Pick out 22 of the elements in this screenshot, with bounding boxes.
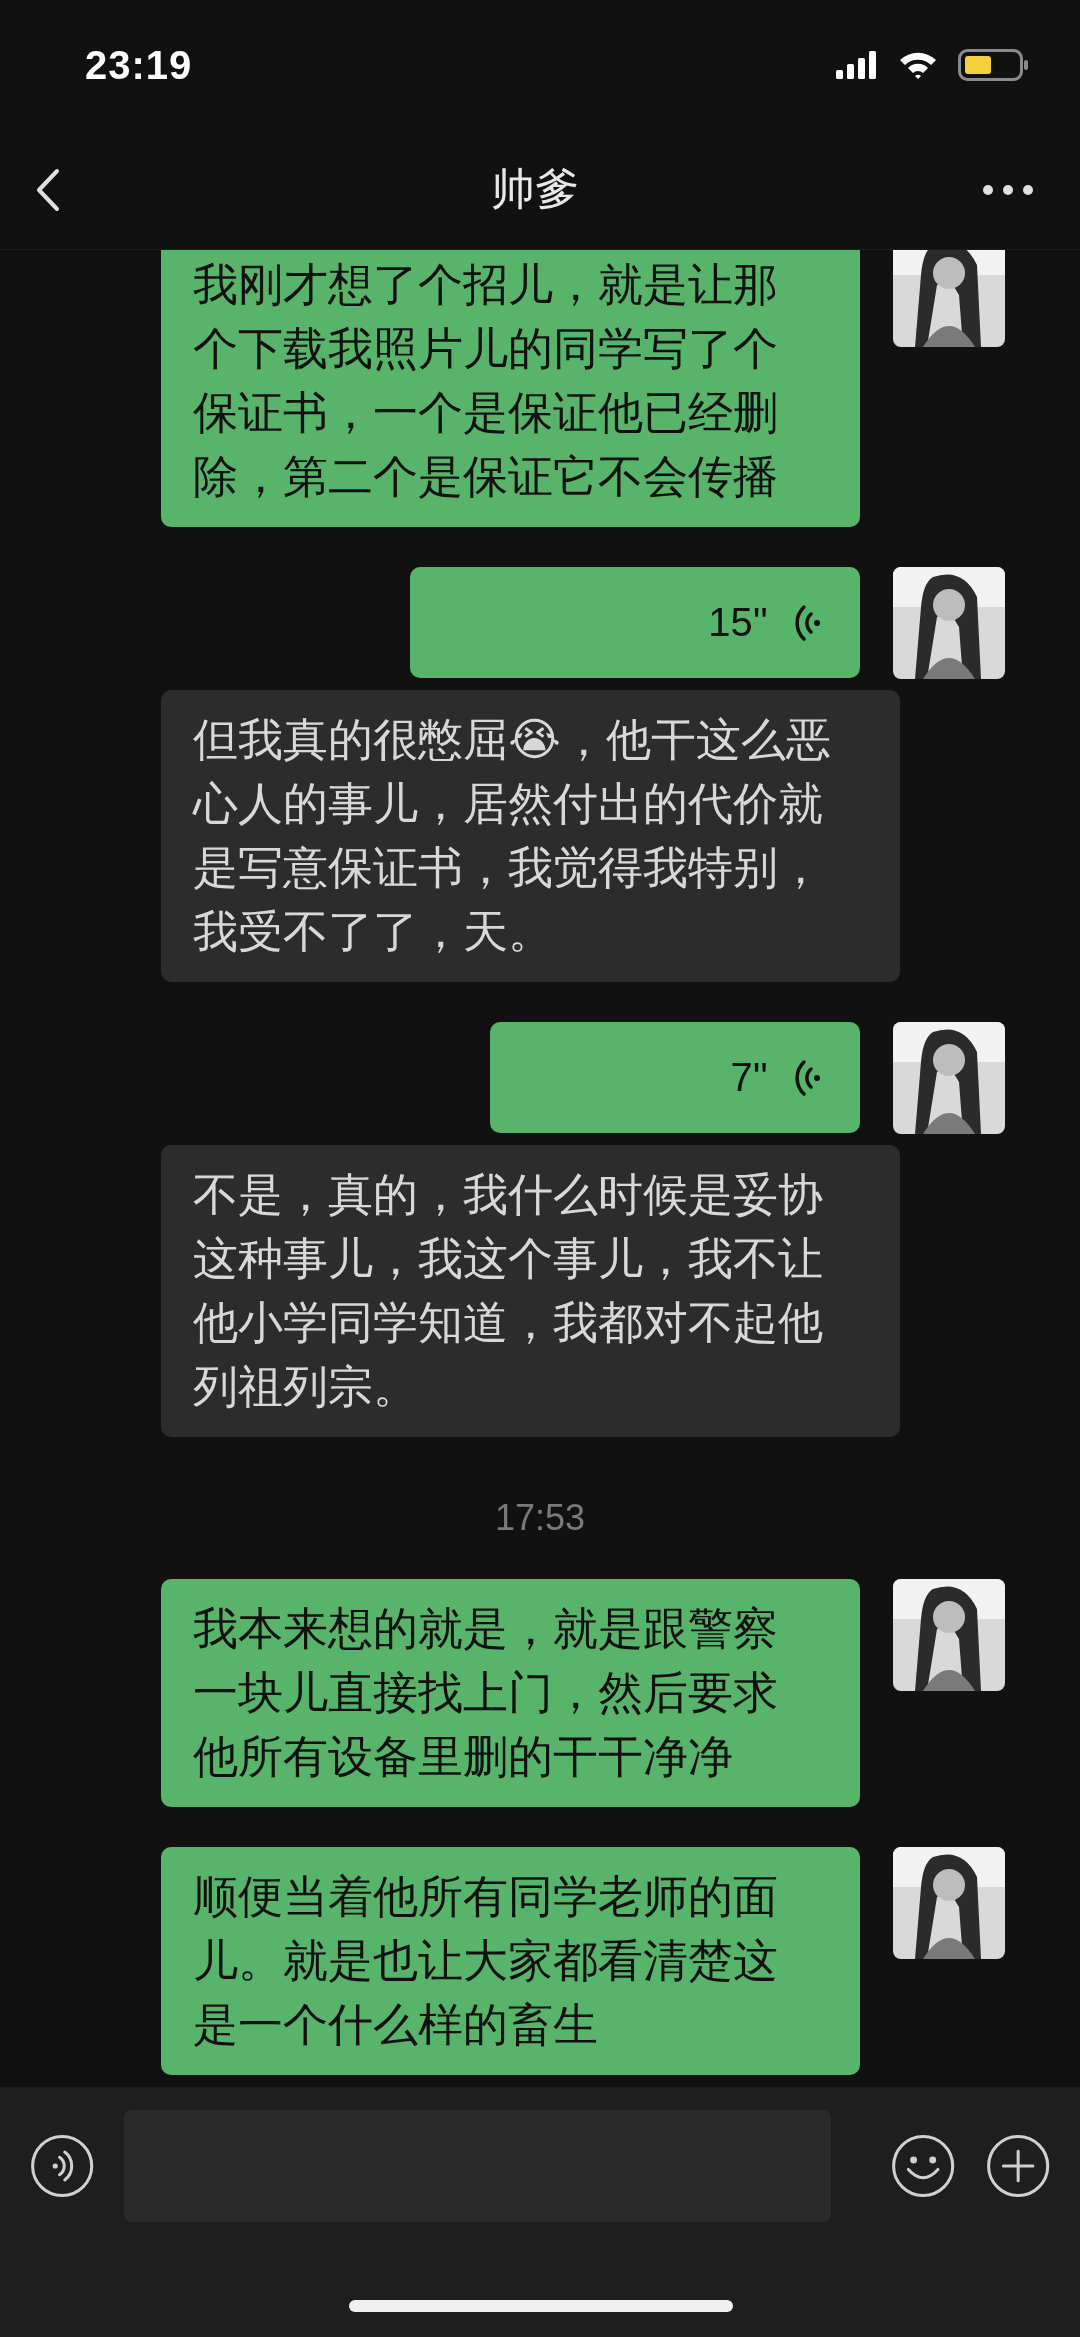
chat-title: 帅爹 — [491, 163, 579, 215]
timestamp-label: 17:53 — [494, 1497, 586, 1539]
avatar-icon — [893, 250, 1005, 347]
avatar-icon — [893, 567, 1005, 679]
message-bubble: 我刚才想了个招儿，就是让那个下载我照片儿的同学写了个保证书，一个是保证他已经删除，第二个是保证它不会传播 — [161, 250, 860, 527]
battery-icon — [958, 49, 1030, 81]
more-icon — [982, 183, 1034, 196]
signal-icon — [836, 51, 878, 79]
voice-message[interactable]: 15'' — [410, 567, 860, 678]
wifi-icon — [898, 50, 938, 80]
voice-icon — [794, 1057, 820, 1098]
message-bubble: 我本来想的就是，就是跟警察一块儿直接找上门，然后要求他所有设备里删的干干净净 — [161, 1579, 860, 1807]
message-bubble: 不是，真的，我什么时候是妥协这种事儿，我这个事儿，我不让他小学同学知道，我都对不起他列祖列宗。 — [161, 1145, 900, 1437]
back-icon — [36, 167, 60, 212]
message-bubble: 顺便当着他所有同学老师的面儿。就是也让大家都看清楚这是一个什么样的畜生 — [161, 1847, 860, 2075]
avatar-icon — [893, 1022, 1005, 1134]
status-time: 23:19 — [85, 42, 194, 88]
message-bubble: 但我真的很憋屈😭，他干这么恶心人的事儿，居然付出的代价就是写意保证书，我觉得我特别，我受不了了，天。 — [161, 690, 900, 982]
avatar-icon — [893, 1579, 1005, 1691]
avatar-icon — [893, 1847, 1005, 1959]
voice-icon — [794, 602, 820, 643]
voice-message[interactable]: 7'' — [490, 1022, 860, 1133]
